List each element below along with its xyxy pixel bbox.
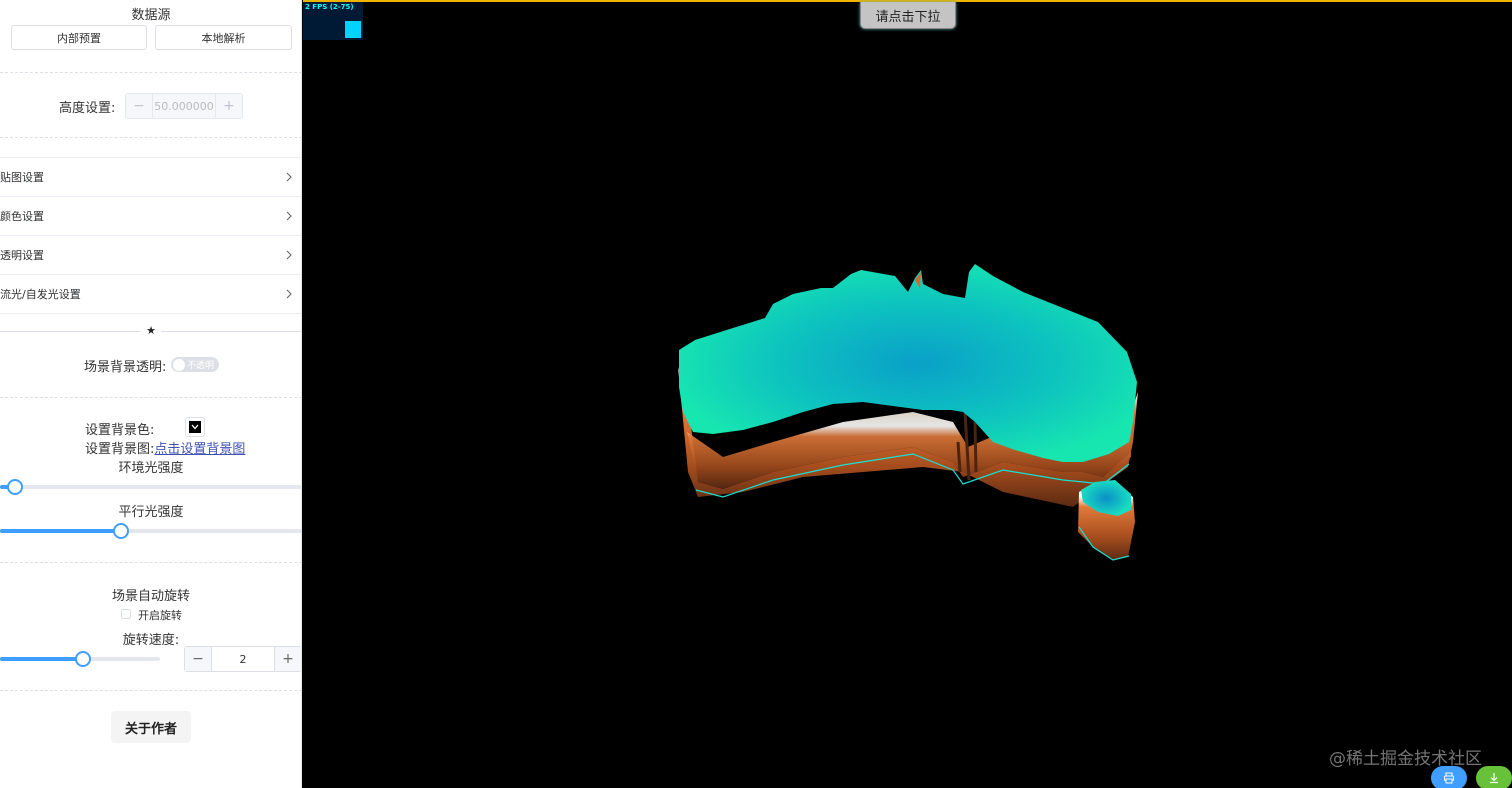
switch-text: 不透明 xyxy=(187,361,215,371)
section-divider xyxy=(0,562,301,563)
height-increase-button[interactable]: + xyxy=(216,94,242,118)
chevron-right-icon xyxy=(284,250,294,260)
about-author-button[interactable]: 关于作者 xyxy=(111,711,191,743)
height-stepper[interactable]: − 50.000000 + xyxy=(125,93,243,119)
print-button[interactable] xyxy=(1431,766,1467,788)
star-icon: ★ xyxy=(141,322,161,340)
bg-transparent-switch[interactable]: 不透明 xyxy=(171,357,219,372)
preset-data-button[interactable]: 内部预置 xyxy=(11,25,147,50)
directional-light-thumb[interactable] xyxy=(113,523,129,539)
rotate-checkbox-label[interactable]: 开启旋转 xyxy=(138,607,182,623)
bg-color-label: 设置背景色: xyxy=(85,423,155,438)
rotate-speed-thumb[interactable] xyxy=(75,651,91,667)
rotate-speed-stepper[interactable]: − 2 + xyxy=(184,646,301,672)
tasmania[interactable] xyxy=(1078,480,1135,561)
rotate-speed-slider[interactable] xyxy=(0,651,160,667)
ambient-light-slider[interactable] xyxy=(0,479,301,495)
download-button[interactable] xyxy=(1476,766,1512,788)
collapse-opacity-settings[interactable]: 透明设置 xyxy=(0,236,301,275)
rotate-speed-fill xyxy=(0,657,83,661)
speed-increase-button[interactable]: + xyxy=(275,647,301,671)
chevron-right-icon xyxy=(284,211,294,221)
height-label: 高度设置: xyxy=(59,101,116,116)
watermark-text: @稀土掘金技术社区 xyxy=(1329,749,1482,769)
collapse-color-settings[interactable]: 颜色设置 xyxy=(0,197,301,236)
collapse-item-label: 贴图设置 xyxy=(0,171,44,184)
section-divider xyxy=(0,397,301,398)
ambient-light-label: 环境光强度 xyxy=(118,461,184,476)
bg-image-row: 设置背景图:点击设置背景图 xyxy=(85,438,245,457)
bg-transparent-label: 场景背景透明: xyxy=(84,360,167,375)
australia-3d-map[interactable] xyxy=(303,2,1512,788)
speed-decrease-button[interactable]: − xyxy=(185,647,211,671)
section-divider xyxy=(0,72,301,73)
chevron-down-icon xyxy=(189,421,201,433)
collapse-glow-settings[interactable]: 流光/自发光设置 xyxy=(0,275,301,314)
collapse-item-label: 透明设置 xyxy=(0,249,44,262)
auto-rotate-title: 场景自动旋转 xyxy=(111,589,190,604)
collapse-item-label: 颜色设置 xyxy=(0,210,44,223)
directional-light-slider[interactable] xyxy=(0,523,301,539)
rotate-checkbox[interactable] xyxy=(121,609,131,619)
chevron-right-icon xyxy=(284,172,294,182)
local-parse-button[interactable]: 本地解析 xyxy=(155,25,292,50)
3d-map-viewport[interactable]: 2 FPS (2-75) 请点击下拉 @稀土掘金技术社区 xyxy=(303,0,1512,788)
height-value-input[interactable]: 50.000000 xyxy=(152,94,216,118)
chevron-right-icon xyxy=(284,289,294,299)
bg-image-link[interactable]: 点击设置背景图 xyxy=(154,442,245,457)
section-divider xyxy=(0,690,301,691)
datasource-title: 数据源 xyxy=(131,8,171,23)
settings-panel: 数据源 内部预置 本地解析 高度设置: − 50.000000 + 贴图设置 颜… xyxy=(0,0,302,788)
printer-icon xyxy=(1443,769,1455,788)
ambient-light-thumb[interactable] xyxy=(7,479,23,495)
speed-value-input[interactable]: 2 xyxy=(211,647,275,671)
switch-knob xyxy=(173,358,185,371)
bg-color-picker[interactable] xyxy=(185,417,205,437)
section-divider xyxy=(0,137,301,138)
directional-light-label: 平行光强度 xyxy=(118,505,184,520)
collapse-item-label: 流光/自发光设置 xyxy=(0,288,81,301)
directional-light-fill xyxy=(0,529,121,533)
download-icon xyxy=(1488,769,1500,788)
height-decrease-button[interactable]: − xyxy=(126,94,152,118)
collapse-texture-settings[interactable]: 贴图设置 xyxy=(0,158,301,197)
bg-image-label: 设置背景图: xyxy=(85,442,155,457)
